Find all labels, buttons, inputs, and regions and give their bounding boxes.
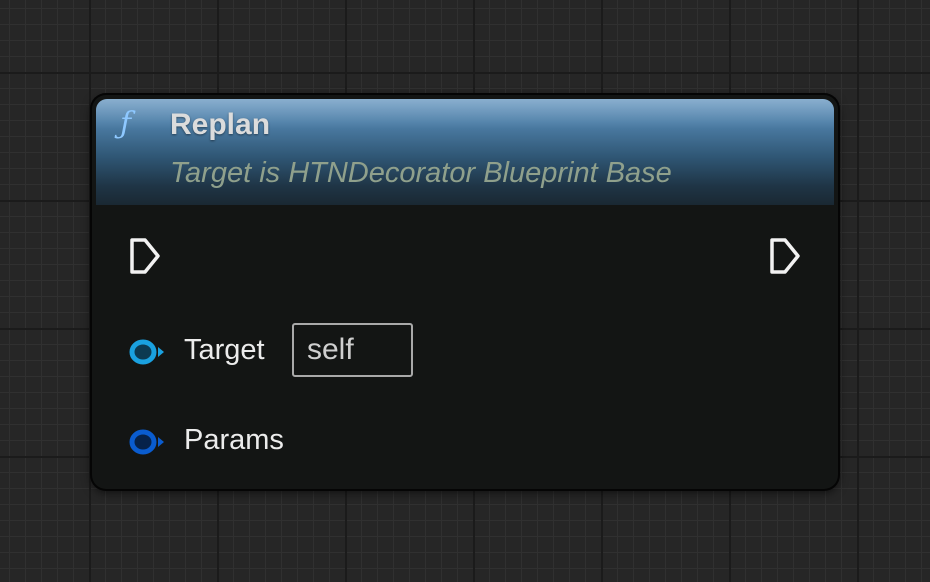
node-subtitle: Target is HTNDecorator Blueprint Base [170,157,672,189]
target-default-value-input[interactable]: self [292,323,413,377]
params-pin-label: Params [184,424,284,456]
function-icon: ƒ [120,106,132,141]
node-title: Replan [170,108,271,141]
target-pin-label: Target [184,334,265,366]
exec-out-pin-icon[interactable] [768,236,802,276]
exec-in-pin-icon[interactable] [128,236,162,276]
function-node-replan[interactable]: ƒ Replan Target is HTNDecorator Blueprin… [92,95,838,489]
target-pin-icon[interactable] [128,337,168,367]
params-pin-icon[interactable] [128,427,168,457]
